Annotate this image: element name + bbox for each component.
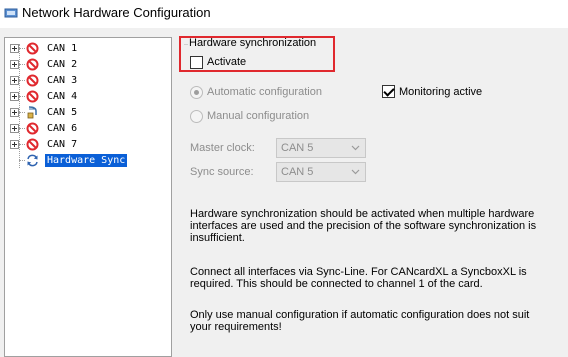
- window-title: Network Hardware Configuration: [22, 5, 211, 20]
- tree-item-label: CAN 5: [47, 107, 78, 118]
- expand-icon[interactable]: [10, 44, 19, 53]
- chevron-down-icon: [351, 169, 360, 175]
- hardware-tree[interactable]: CAN 1 CAN 2 CAN 3 CAN 4 CAN 5 CAN 6 CAN …: [4, 37, 172, 357]
- disabled-icon: [26, 122, 39, 135]
- connector-icon: [27, 106, 37, 119]
- tree-item-label: CAN 3: [47, 75, 78, 86]
- tree-item-label: Hardware Sync: [45, 154, 128, 167]
- manual-config-radio[interactable]: [190, 110, 203, 123]
- manual-config-label[interactable]: Manual configuration: [207, 110, 309, 122]
- expand-icon[interactable]: [10, 140, 19, 149]
- tree-item-label: CAN 1: [47, 43, 78, 54]
- expand-icon[interactable]: [10, 124, 19, 133]
- sync-icon: [27, 154, 38, 167]
- auto-config-radio[interactable]: [190, 86, 203, 99]
- master-clock-label: Master clock:: [190, 142, 255, 154]
- tree-item-label: CAN 2: [47, 59, 78, 70]
- expand-icon[interactable]: [10, 60, 19, 69]
- master-clock-value: CAN 5: [281, 142, 314, 154]
- expand-icon[interactable]: [10, 108, 19, 117]
- tree-item-can3[interactable]: CAN 3: [5, 74, 171, 89]
- tree-item-can7[interactable]: CAN 7: [5, 138, 171, 153]
- monitoring-label[interactable]: Monitoring active: [399, 86, 482, 98]
- disabled-icon: [26, 74, 39, 87]
- master-clock-select[interactable]: CAN 5: [276, 138, 366, 158]
- highlight-annotation: [179, 36, 335, 72]
- chevron-down-icon: [351, 145, 360, 151]
- description-text-3: Only use manual configuration if automat…: [190, 309, 530, 333]
- expand-icon[interactable]: [10, 92, 19, 101]
- disabled-icon: [26, 58, 39, 71]
- tree-item-can2[interactable]: CAN 2: [5, 58, 171, 73]
- tree-item-hardware-sync[interactable]: Hardware Sync: [5, 154, 171, 169]
- tree-item-label: CAN 6: [47, 123, 78, 134]
- sync-source-label: Sync source:: [190, 166, 254, 178]
- disabled-icon: [26, 42, 39, 55]
- network-app-icon: [4, 8, 18, 18]
- tree-item-can6[interactable]: CAN 6: [5, 122, 171, 137]
- monitoring-checkbox[interactable]: [382, 85, 395, 98]
- description-text-1: Hardware synchronization should be activ…: [190, 208, 537, 244]
- disabled-icon: [26, 138, 39, 151]
- title-bar: Network Hardware Configuration: [0, 0, 568, 28]
- sync-source-value: CAN 5: [281, 166, 314, 178]
- tree-item-can4[interactable]: CAN 4: [5, 90, 171, 105]
- tree-item-can1[interactable]: CAN 1: [5, 42, 171, 57]
- tree-item-label: CAN 4: [47, 91, 78, 102]
- expand-icon[interactable]: [10, 76, 19, 85]
- tree-item-can5[interactable]: CAN 5: [5, 106, 171, 121]
- tree-item-label: CAN 7: [47, 139, 78, 150]
- disabled-icon: [26, 90, 39, 103]
- auto-config-label[interactable]: Automatic configuration: [207, 86, 322, 98]
- description-text-2: Connect all interfaces via Sync-Line. Fo…: [190, 266, 527, 290]
- sync-source-select[interactable]: CAN 5: [276, 162, 366, 182]
